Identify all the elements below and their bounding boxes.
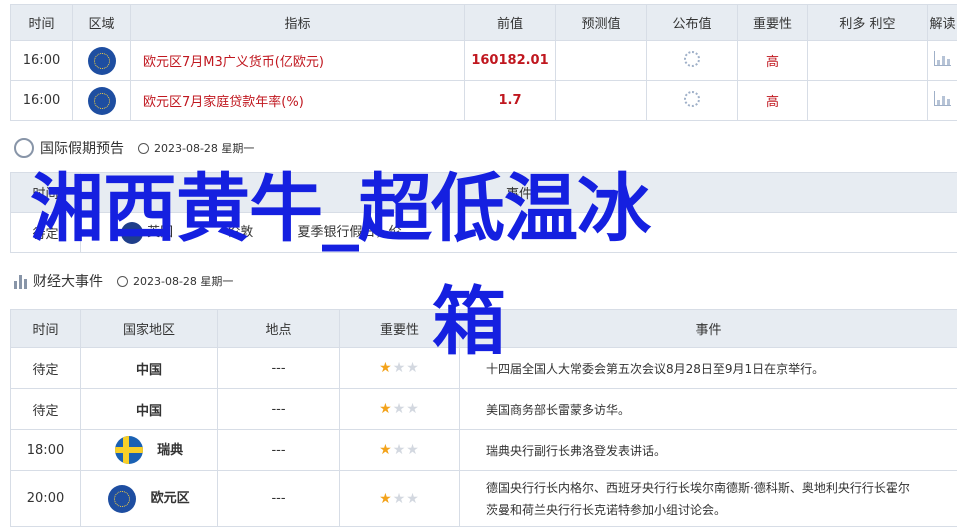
table-row[interactable]: 16:00 欧元区7月M3广义货币(亿欧元) 160182.01 高 [10, 40, 957, 81]
eu-flag-icon [87, 46, 116, 75]
indicator-name[interactable]: 欧元区7月M3广义货币(亿欧元) [130, 40, 465, 81]
col-time: 时间 [10, 309, 81, 348]
loading-icon [684, 90, 700, 107]
table-row[interactable]: 待定 中国 --- ★★★ 美国商务部长雷蒙多访华。 [10, 388, 957, 430]
row-time: 16:00 [10, 40, 73, 81]
row-region: 欧元区 [150, 491, 190, 506]
row-event: 美国商务部长雷蒙多访华。 [459, 388, 957, 430]
section-date: 2023-08-28 星期一 [133, 275, 234, 288]
indicator-name[interactable]: 欧元区7月家庭贷款年率(%) [130, 80, 465, 121]
table-row[interactable]: 20:00 欧元区 --- ★★★ 德国央行行长内格尔、西班牙央行行长埃尔南德斯… [10, 470, 957, 527]
col-previous: 前值 [464, 4, 556, 41]
forecast-value [555, 40, 647, 81]
row-time: 18:00 [10, 429, 81, 471]
section-date: 2023-08-28 星期一 [154, 142, 255, 155]
holiday-section-header: 国际假期预告 2023-08-28 星期一 [14, 135, 254, 161]
section-title: 国际假期预告 [40, 141, 124, 157]
row-location: --- [217, 470, 340, 527]
globe-icon [14, 138, 34, 158]
row-event: 瑞典央行副行长弗洛登发表讲话。 [459, 429, 957, 471]
finance-section-header: 财经大事件 2023-08-28 星期一 [14, 268, 233, 294]
col-forecast: 预测值 [555, 4, 647, 41]
loading-icon [684, 50, 700, 67]
col-time: 时间 [10, 4, 73, 41]
importance-stars: ★★★ [339, 470, 460, 527]
row-event-line2: 茨曼和荷兰央行行长克诺特参加小组讨论会。 [486, 502, 727, 517]
col-event: 事件 [459, 309, 957, 348]
importance-stars: ★★★ [339, 429, 460, 471]
bullbear-cell [807, 40, 928, 81]
table-row[interactable]: 16:00 欧元区7月家庭贷款年率(%) 1.7 高 [10, 80, 957, 121]
row-location: --- [217, 388, 340, 430]
table-row[interactable]: 18:00 瑞典 --- ★★★ 瑞典央行副行长弗洛登发表讲话。 [10, 429, 957, 471]
col-region: 国家地区 [80, 309, 218, 348]
row-time: 待定 [10, 347, 81, 389]
row-region: 瑞典 [157, 442, 184, 458]
overlay-title-line2: 箱 [432, 279, 506, 365]
overlay-title-line1: 湘西黄牛_超低温冰 [30, 166, 651, 252]
row-time: 待定 [10, 388, 81, 430]
bars-icon [14, 273, 27, 289]
bullbear-cell [807, 80, 928, 121]
section-title: 财经大事件 [33, 274, 103, 290]
eu-flag-icon [108, 484, 137, 513]
col-region: 区域 [72, 4, 131, 41]
row-region: 中国 [80, 388, 218, 430]
row-event-line1: 德国央行行长内格尔、西班牙央行行长埃尔南德斯·德科斯、奥地利央行行长霍尔 [486, 480, 910, 495]
importance-stars: ★★★ [339, 388, 460, 430]
previous-value: 160182.01 [464, 40, 556, 81]
chart-icon[interactable] [934, 51, 951, 66]
col-importance: 重要性 [737, 4, 808, 41]
row-location: --- [217, 347, 340, 389]
col-actual: 公布值 [646, 4, 738, 41]
col-bullbear: 利多 利空 [807, 4, 928, 41]
forecast-value [555, 80, 647, 121]
clock-icon [117, 275, 128, 287]
row-location: --- [217, 429, 340, 471]
importance-value: 高 [737, 80, 808, 121]
eu-flag-icon [87, 86, 116, 115]
row-time: 20:00 [10, 470, 81, 527]
chart-icon[interactable] [934, 91, 951, 106]
row-time: 16:00 [10, 80, 73, 121]
importance-value: 高 [737, 40, 808, 81]
clock-icon [138, 142, 149, 154]
row-event: 十四届全国人大常委会第五次会议8月28日至9月1日在京举行。 [459, 347, 957, 389]
col-location: 地点 [217, 309, 340, 348]
previous-value: 1.7 [464, 80, 556, 121]
col-analysis: 解读 [927, 4, 957, 41]
indicator-table: 时间 区域 指标 前值 预测值 公布值 重要性 利多 利空 解读 16:00 欧… [10, 4, 957, 121]
row-region: 中国 [80, 347, 218, 389]
sweden-flag-icon [114, 436, 143, 464]
col-indicator: 指标 [130, 4, 465, 41]
